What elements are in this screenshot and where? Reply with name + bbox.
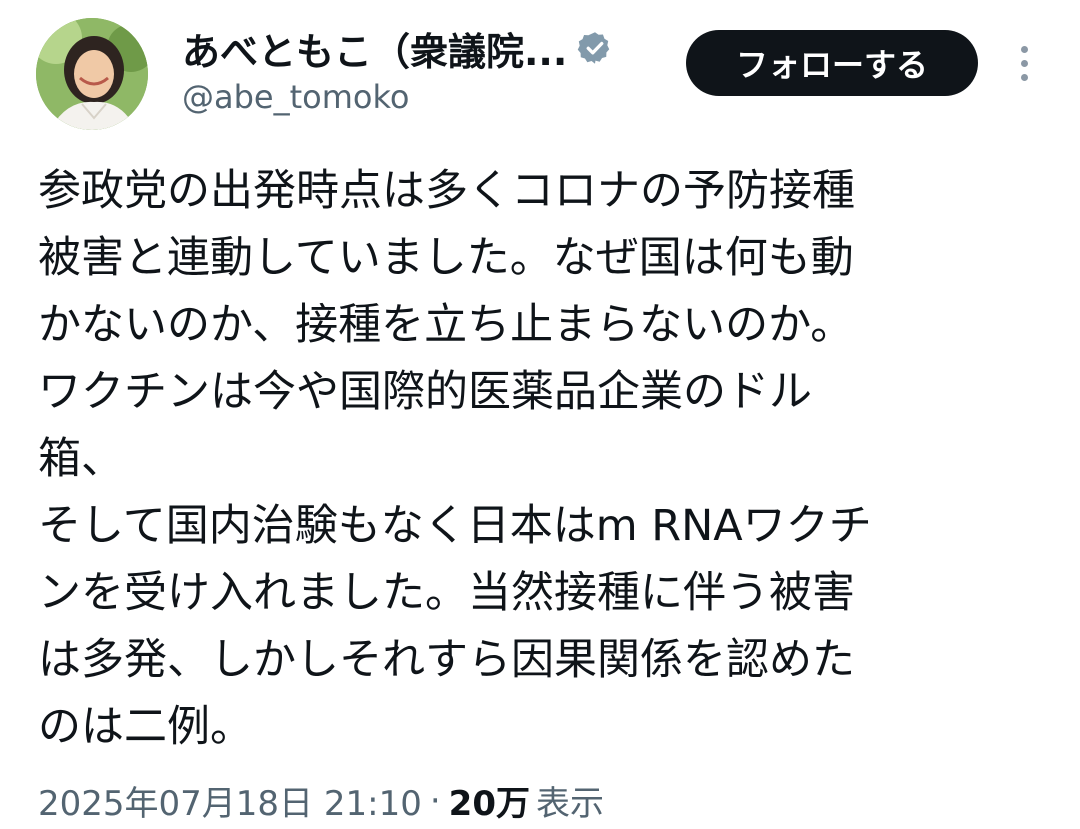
tweet-text-line: ワクチンは今や国際的医薬品企業のドル	[38, 367, 812, 417]
tweet-text-line: 参政党の出発時点は多くコロナの予防接種	[38, 166, 855, 216]
more-dot	[1020, 73, 1028, 81]
tweet-text-line: 被害と連動していました。なぜ国は何も動	[38, 233, 854, 283]
views-label: 表示	[536, 784, 604, 824]
name-row: あべともこ（衆議院...	[182, 22, 613, 74]
follow-button[interactable]: フォローする	[686, 30, 978, 96]
tweet-text-line: かないのか、接種を立ち止まらないのか。	[38, 300, 854, 350]
user-handle[interactable]: @abe_tomoko	[182, 78, 409, 116]
tweet-meta: 2025年07月18日 21:10 · 20万 表示	[38, 776, 604, 825]
tweet-text-line: そして国内治験もなく日本はm RNAワクチ	[38, 501, 872, 551]
display-name[interactable]: あべともこ（衆議院...	[182, 21, 567, 76]
tweet-text-line: ンを受け入れました。当然接種に伴う被害	[38, 568, 855, 618]
avatar[interactable]	[36, 18, 148, 130]
views-count: 20万	[448, 784, 530, 824]
tweet-text-line: のは二例。	[38, 702, 253, 752]
tweet-text-line: 箱、	[38, 434, 124, 484]
more-dot	[1020, 59, 1028, 67]
tweet-text: 参政党の出発時点は多くコロナの予防接種 被害と連動していました。なぜ国は何も動 …	[38, 158, 1048, 761]
meta-separator: ·	[429, 780, 441, 821]
verified-badge-icon	[577, 30, 613, 66]
more-dot	[1020, 45, 1028, 53]
more-vertical-icon[interactable]	[1008, 38, 1040, 88]
tweet-text-line: は多発、しかしそれすら因果関係を認めた	[38, 635, 855, 685]
avatar-photo-icon	[36, 18, 148, 130]
timestamp[interactable]: 2025年07月18日 21:10	[38, 776, 422, 825]
tweet-header: あべともこ（衆議院... @abe_tomoko フォローする	[0, 0, 1080, 140]
